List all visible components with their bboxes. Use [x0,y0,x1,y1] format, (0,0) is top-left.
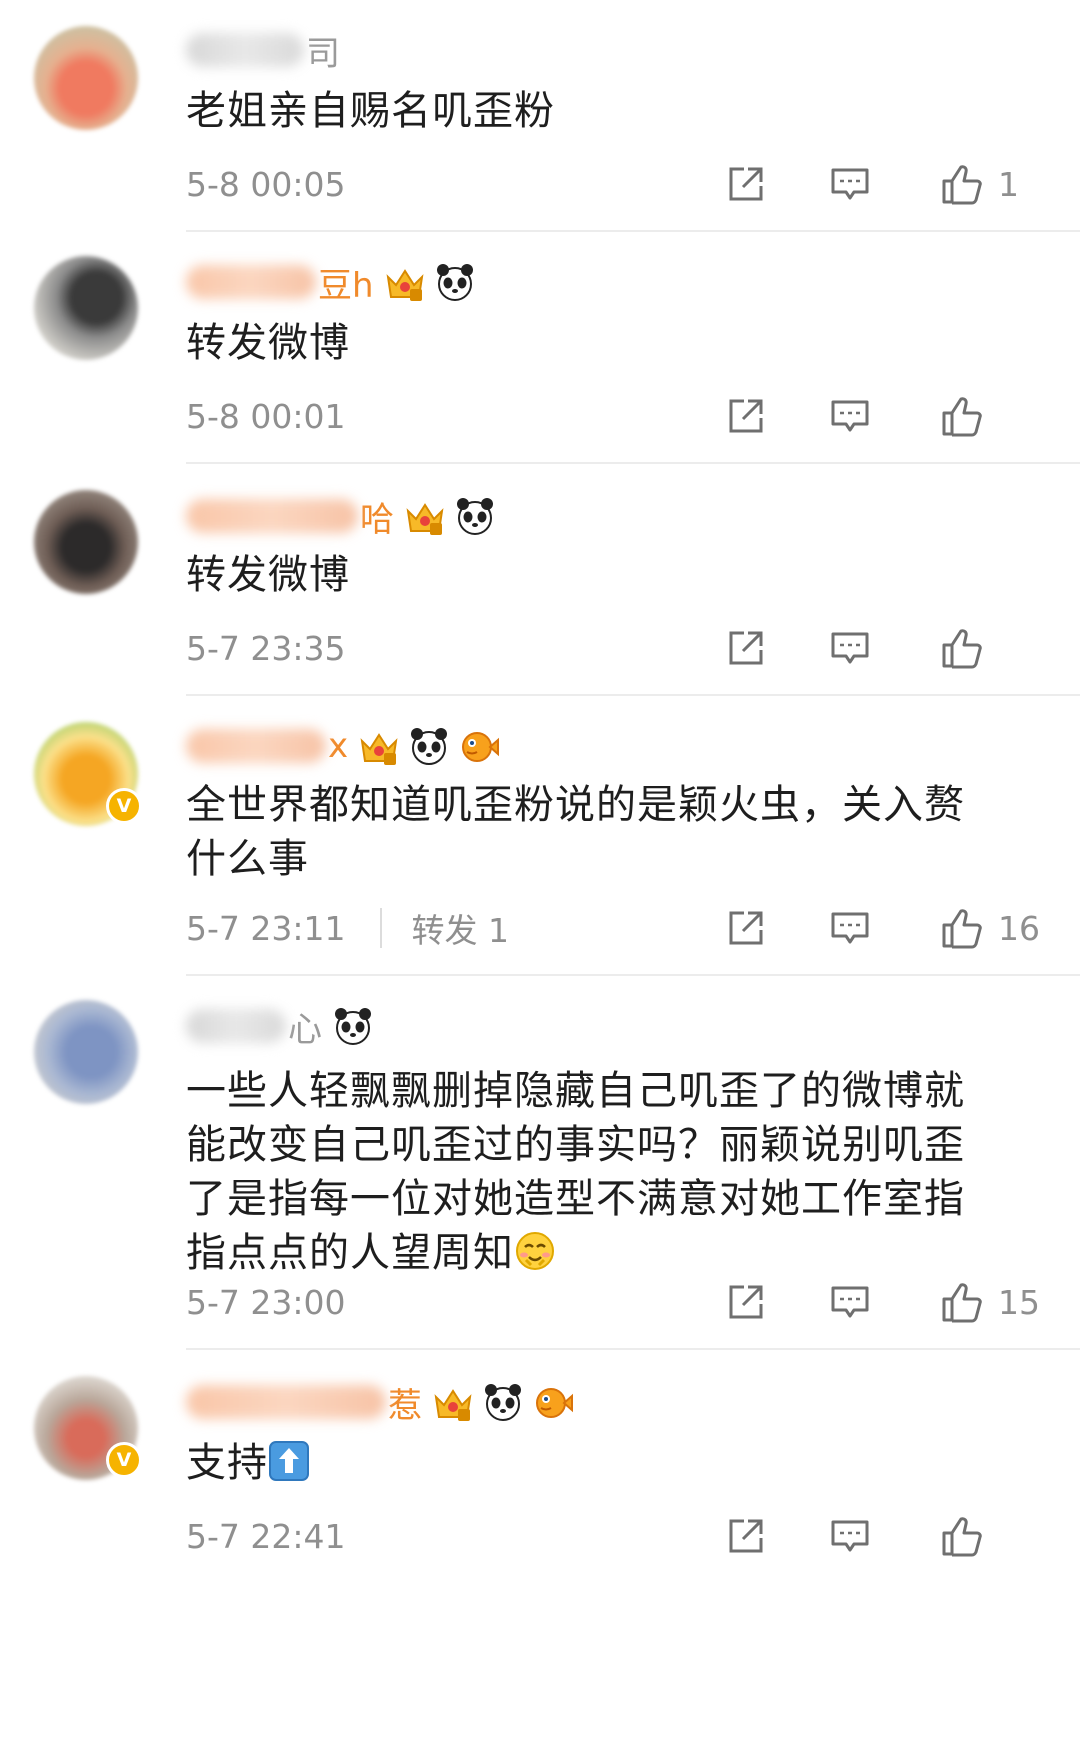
username[interactable]: 心 [186,1002,382,1050]
share-icon[interactable] [724,1514,768,1558]
avatar[interactable] [34,26,138,130]
comment-icon[interactable] [828,394,872,438]
pufferfish-badge-icon [458,725,500,767]
avatar[interactable] [34,490,138,594]
panda-badge-icon [408,725,450,767]
username-visible-part: 心 [288,1009,322,1050]
comment-meta: 5-8 00:05 1 [186,156,1044,212]
username-visible-part: 哈 [360,499,394,540]
comment-text: 转发微博 [186,552,350,598]
thumbs-up-icon[interactable] [940,1514,984,1558]
divider [186,230,1080,232]
comment-meta: 5-7 23:00 15 [186,1274,1044,1330]
action-bar: 15 [724,1274,1044,1330]
crown-badge-icon [358,725,400,767]
avatar[interactable]: V [34,1376,142,1480]
verified-v-icon: V [106,788,142,824]
share-icon[interactable] [724,394,768,438]
divider [186,974,1080,976]
username-visible-part: x [328,726,349,766]
crown-badge-icon [432,1381,474,1423]
comment-text: 转发微博 [186,320,350,366]
comment-text-line: 指点点的人望周知 [186,1226,1034,1280]
timestamp: 5-7 23:35 [186,628,346,668]
panda-badge-icon [454,495,496,537]
thumbs-up-icon[interactable] [940,394,984,438]
panda-badge-icon [482,1381,524,1423]
share-icon[interactable] [724,162,768,206]
share-icon[interactable] [724,626,768,670]
username[interactable]: 哈 [186,492,504,540]
comment-icon[interactable] [828,1514,872,1558]
action-bar [724,1508,1044,1564]
comment-text-line: 了是指每一位对她造型不满意对她工作室指 [186,1176,965,1222]
crown-badge-icon [384,261,426,303]
comment-icon[interactable] [828,1280,872,1324]
username-visible-part: 豆h [318,265,374,306]
timestamp: 5-7 23:00 [186,1282,346,1322]
verified-v-icon: V [106,1442,142,1478]
username[interactable]: x [186,722,508,770]
comment-meta: 5-7 23:35 [186,620,1044,676]
timestamp: 5-8 00:01 [186,396,346,436]
separator [379,908,382,948]
timestamp: 5-7 22:41 [186,1516,346,1556]
avatar[interactable] [34,1000,138,1104]
comment-meta: 5-8 00:01 [186,388,1044,444]
pufferfish-badge-icon [532,1381,574,1423]
panda-badge-icon [434,261,476,303]
comment-meta: 5-7 22:41 [186,1508,1044,1564]
comment-text-segment: 指点点的人望周知 [186,1230,514,1276]
thumbs-up-icon[interactable] [940,1280,984,1324]
action-bar: 1 [724,156,1044,212]
comment-text: 一些人轻飘飘删掉隐藏自己叽歪了的微博就 能改变自己叽歪过的事实吗？丽颖说别叽歪 … [186,1064,1034,1280]
action-bar [724,620,1044,676]
divider [186,1348,1080,1350]
action-bar: 16 [724,900,1044,956]
comment-text: 全世界都知道叽歪粉说的是颖火虫，关入赘 什么事 [186,778,1034,886]
comment-text: 支持 [186,1436,1034,1490]
comment-text-line: 什么事 [186,836,309,882]
thumbs-up-icon[interactable] [940,906,984,950]
action-bar [724,388,1044,444]
username[interactable]: 惹 [186,1378,582,1426]
comment-icon[interactable] [828,906,872,950]
thumbs-up-icon[interactable] [940,626,984,670]
username-visible-part: 惹 [388,1385,422,1426]
avatar[interactable] [34,256,138,360]
like-count: 16 [998,908,1040,948]
avatar[interactable]: V [34,722,142,826]
comment-text-line: 一些人轻飘飘删掉隐藏自己叽歪了的微博就 [186,1068,965,1114]
thumbs-up-icon[interactable] [940,162,984,206]
shy-smile-emoji-icon [514,1230,556,1272]
share-icon[interactable] [724,1280,768,1324]
comment-meta: 5-7 23:11 转发 1 16 [186,900,1044,956]
crown-badge-icon [404,495,446,537]
share-icon[interactable] [724,906,768,950]
comment-icon[interactable] [828,162,872,206]
up-arrow-emoji-icon [268,1440,310,1482]
timestamp: 5-7 23:11 [186,908,346,948]
divider [186,462,1080,464]
panda-badge-icon [332,1005,374,1047]
comment-text-segment: 支持 [186,1440,268,1486]
repost-count[interactable]: 转发 1 [412,904,510,952]
comment-text-line: 全世界都知道叽歪粉说的是颖火虫，关入赘 [186,782,965,828]
comment-icon[interactable] [828,626,872,670]
like-count: 15 [998,1282,1040,1322]
username[interactable]: 司 [186,26,350,74]
comment-feed: 司 老姐亲自赐名叽歪粉 5-8 00:05 1 豆h 转发微博 5-8 00:0… [0,0,1080,1748]
divider [186,694,1080,696]
timestamp: 5-8 00:05 [186,164,346,204]
comment-text-line: 能改变自己叽歪过的事实吗？丽颖说别叽歪 [186,1122,965,1168]
like-count: 1 [998,164,1019,204]
username[interactable]: 豆h [186,258,484,306]
username-visible-part: 司 [306,33,340,74]
comment-text: 老姐亲自赐名叽歪粉 [186,88,555,134]
